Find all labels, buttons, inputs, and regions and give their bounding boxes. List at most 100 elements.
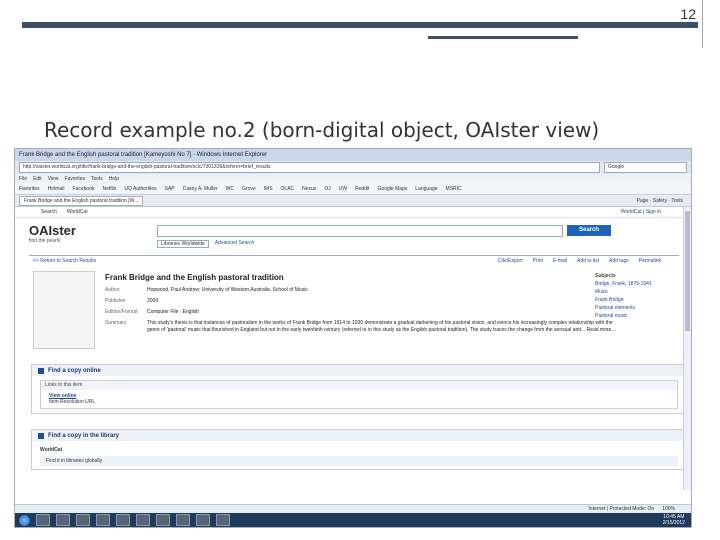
advanced-search-link[interactable]: Advanced Search xyxy=(215,240,254,248)
powerpoint-taskbar-icon[interactable] xyxy=(216,514,230,526)
find-online-section: Find a copy online Links to this item Vi… xyxy=(31,364,687,414)
fav-item[interactable]: IMS xyxy=(264,186,273,192)
tab-record[interactable]: Frank Bridge and the English pastoral tr… xyxy=(19,195,144,206)
top-nav: Search WorldCat WorldCat | Sign in xyxy=(15,207,691,218)
zoom-level[interactable]: 100% xyxy=(662,506,675,512)
permalink-link[interactable]: Permalink xyxy=(639,258,661,264)
menu-help[interactable]: Help xyxy=(109,176,119,182)
print-link[interactable]: Print xyxy=(533,258,543,264)
oaister-logo[interactable]: OAIster find the pearls xyxy=(29,223,76,244)
tools-menu[interactable]: Tools xyxy=(671,198,683,204)
clock-date: 2/15/2012 xyxy=(662,520,685,526)
taskbar-clock[interactable]: 10:45 AM 2/15/2012 xyxy=(663,514,685,526)
ie-taskbar-icon[interactable] xyxy=(36,514,50,526)
cite-export-link[interactable]: Cite/Export xyxy=(498,258,523,264)
menu-favorites[interactable]: Favorites xyxy=(64,176,85,182)
tab-bar: Frank Bridge and the English pastoral tr… xyxy=(15,195,691,207)
library-select[interactable]: Libraries Worldwide xyxy=(157,240,209,248)
meta-row-format: Edition/Format Computer File : English xyxy=(105,309,625,316)
address-bar-row: http://oaister.worldcat.org/title/frank-… xyxy=(15,161,691,174)
vertical-scrollbar[interactable] xyxy=(683,207,691,490)
chrome-taskbar-icon[interactable] xyxy=(136,514,150,526)
header-accent xyxy=(428,36,578,39)
fav-item[interactable]: OLAC xyxy=(281,186,295,192)
excel-taskbar-icon[interactable] xyxy=(196,514,210,526)
email-link[interactable]: E-mail xyxy=(553,258,567,264)
menu-view[interactable]: View xyxy=(48,176,59,182)
subject-link[interactable]: Music xyxy=(595,289,677,295)
meta-value: This study's thesis is that instances of… xyxy=(147,320,616,333)
header-band xyxy=(22,22,698,28)
subject-link[interactable]: Pastoral elements xyxy=(595,305,677,311)
collapse-icon[interactable] xyxy=(38,367,44,374)
subject-link[interactable]: Frank Bridge xyxy=(595,297,677,303)
meta-value: 2009 xyxy=(147,298,159,304)
menu-file[interactable]: File xyxy=(19,176,27,182)
find-online-header[interactable]: Find a copy online xyxy=(32,365,686,376)
links-heading: Links to this item xyxy=(41,381,677,390)
fav-item[interactable]: Casey A. Muller xyxy=(183,186,218,192)
collapse-icon[interactable] xyxy=(38,432,44,439)
back-to-results-link[interactable]: << Return to Search Results xyxy=(33,258,96,264)
fav-item[interactable]: UQ Authorities xyxy=(124,186,156,192)
scrollbar-thumb[interactable] xyxy=(685,211,690,331)
meta-row-summary: Summary This study's thesis is that inst… xyxy=(105,320,625,334)
fav-item[interactable]: Grove xyxy=(242,186,256,192)
address-input[interactable]: http://oaister.worldcat.org/title/frank-… xyxy=(19,162,600,173)
subject-link[interactable]: Bridge, Frank, 1879-1941 xyxy=(595,281,677,287)
meta-value: Hopwood, Paul Andrew; University of West… xyxy=(147,287,308,293)
fav-item[interactable]: WC xyxy=(226,186,234,192)
fav-item[interactable]: Nexus xyxy=(302,186,316,192)
record-thumbnail xyxy=(33,271,95,349)
meta-key: Publisher xyxy=(105,298,126,304)
logo-name: OAIster xyxy=(29,223,76,238)
acrobat-taskbar-icon[interactable] xyxy=(176,514,190,526)
slide-title: Record example no.2 (born-digital object… xyxy=(44,118,600,142)
header-divider xyxy=(702,0,703,48)
record-actions: Cite/Export Print E-mail Add to list Add… xyxy=(498,258,661,264)
meta-value: Computer File : English xyxy=(147,309,199,315)
meta-key: Summary xyxy=(105,320,127,326)
search-options: Libraries Worldwide Advanced Search xyxy=(157,240,254,248)
subject-link[interactable]: Pastoral music xyxy=(595,313,677,319)
menu-bar: File Edit View Favorites Tools Help xyxy=(15,174,691,183)
fav-item[interactable]: Reddit xyxy=(355,186,369,192)
fav-item[interactable]: SAP xyxy=(165,186,175,192)
safety-menu[interactable]: Safety xyxy=(653,198,667,204)
fav-item[interactable]: Facebook xyxy=(73,186,95,192)
fav-item[interactable]: MSRIC xyxy=(446,186,462,192)
fav-item[interactable]: Google Maps xyxy=(378,186,408,192)
search-button[interactable]: Search xyxy=(567,225,611,236)
fav-item[interactable]: Favorites xyxy=(19,186,40,192)
fav-item[interactable]: OJ xyxy=(324,186,330,192)
page-menu[interactable]: Page xyxy=(637,198,649,204)
menu-tools[interactable]: Tools xyxy=(91,176,103,182)
sign-in-link[interactable]: WorldCat | Sign in xyxy=(621,209,661,215)
status-bar: Internet | Protected Mode: On 100% xyxy=(15,504,691,513)
folder-taskbar-icon[interactable] xyxy=(56,514,70,526)
media-taskbar-icon[interactable] xyxy=(76,514,90,526)
hp-taskbar-icon[interactable] xyxy=(96,514,110,526)
outlook-taskbar-icon[interactable] xyxy=(116,514,130,526)
add-tags-link[interactable]: Add tags xyxy=(609,258,629,264)
top-link-search[interactable]: Search xyxy=(41,209,57,215)
worldcat-label: WorldCat xyxy=(40,447,63,453)
start-button-icon[interactable] xyxy=(19,514,30,526)
search-input[interactable] xyxy=(157,225,563,237)
find-libraries-link[interactable]: Find it in libraries globally xyxy=(40,456,678,466)
firefox-taskbar-icon[interactable] xyxy=(156,514,170,526)
menu-edit[interactable]: Edit xyxy=(33,176,42,182)
fav-item[interactable]: Netflix xyxy=(102,186,116,192)
search-engine-box[interactable]: Google xyxy=(604,162,687,173)
item-resolution-label: Item Resolution URL xyxy=(49,399,96,405)
fav-item[interactable]: Language xyxy=(415,186,437,192)
browser-screenshot: Frank Bridge and the English pastoral tr… xyxy=(14,148,692,528)
find-library-section: Find a copy in the library WorldCat Find… xyxy=(31,429,687,470)
top-link-worldcat[interactable]: WorldCat xyxy=(67,209,88,215)
worldcat-block: WorldCat Find it in libraries globally xyxy=(32,441,686,469)
find-library-title: Find a copy in the library xyxy=(48,432,120,439)
add-to-list-link[interactable]: Add to list xyxy=(577,258,599,264)
fav-item[interactable]: Hotmail xyxy=(48,186,65,192)
find-library-header[interactable]: Find a copy in the library xyxy=(32,430,686,441)
fav-item[interactable]: UW xyxy=(339,186,347,192)
